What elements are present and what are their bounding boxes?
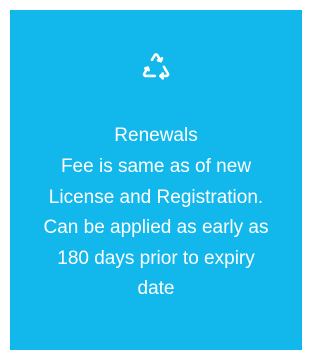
description-line: date [137, 278, 175, 299]
description-line: Can be applied as early as [43, 217, 269, 238]
description-line: Fee is same as of new [60, 156, 252, 177]
recycle-icon [10, 51, 302, 85]
card-description: Fee is same as of new License and Regist… [10, 152, 302, 305]
description-line: 180 days prior to expiry [57, 247, 255, 269]
renewals-card[interactable]: Renewals Fee is same as of new License a… [10, 10, 302, 350]
card-title: Renewals [114, 125, 198, 146]
description-line: License and Registration. [48, 186, 264, 208]
